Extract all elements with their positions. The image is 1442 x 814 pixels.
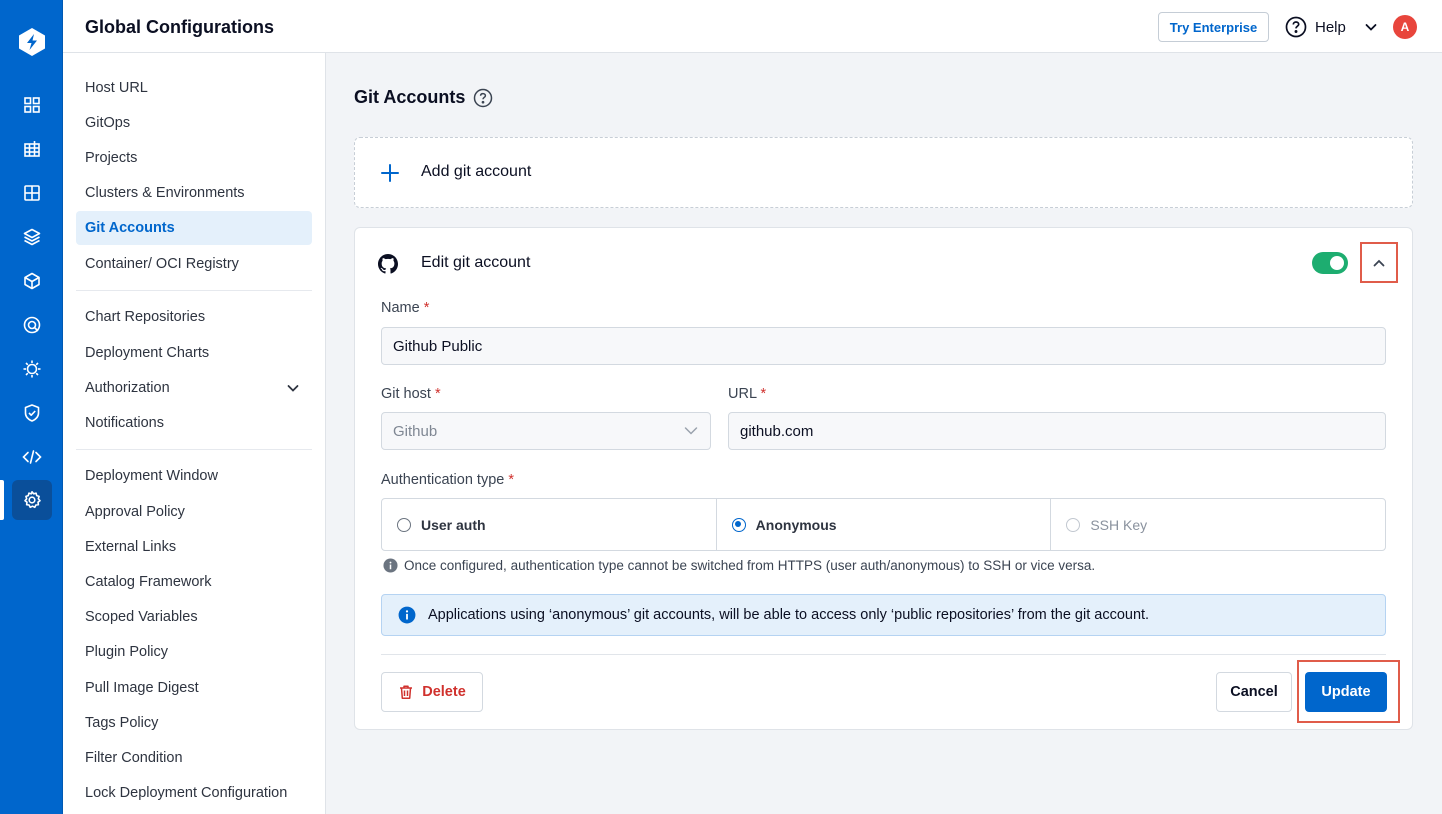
url-input[interactable]: github.com — [728, 412, 1386, 450]
sidebar-item-gitops[interactable]: GitOps — [76, 106, 312, 140]
sidebar-item-host-url[interactable]: Host URL — [76, 71, 312, 105]
shield-check-icon[interactable] — [19, 400, 45, 426]
cancel-button[interactable]: Cancel — [1216, 672, 1292, 712]
sidebar-item-clusters-environments[interactable]: Clusters & Environments — [76, 176, 312, 210]
sidebar-item-lock-deployment-configuration[interactable]: Lock Deployment Configuration — [76, 776, 312, 810]
delete-button[interactable]: Delete — [381, 672, 483, 712]
sidebar-divider — [76, 290, 312, 291]
security-scan-icon[interactable] — [19, 312, 45, 338]
delete-button-label: Delete — [422, 684, 466, 700]
radio-anonymous[interactable] — [731, 517, 746, 532]
name-label-text: Name — [381, 300, 420, 316]
sidebar-item-deployment-window[interactable]: Deployment Window — [76, 459, 312, 493]
sidebar-item-deployment-charts[interactable]: Deployment Charts — [76, 336, 312, 370]
help-label: Help — [1315, 18, 1346, 36]
sidebar-item-authorization[interactable]: Authorization — [76, 371, 312, 405]
section-title-text: Git Accounts — [354, 87, 466, 107]
add-git-account-card[interactable]: Add git account — [354, 137, 1413, 208]
apps-grid-icon[interactable] — [19, 92, 45, 118]
auth-note-text: Once configured, authentication type can… — [404, 558, 1096, 573]
resource-grid-icon[interactable] — [19, 180, 45, 206]
sidebar-item-catalog-framework[interactable]: Catalog Framework — [76, 565, 312, 599]
settings-sidebar: Host URL GitOps Projects Clusters & Envi… — [63, 53, 326, 814]
chevron-up-icon — [1373, 259, 1385, 266]
info-icon — [383, 558, 398, 573]
sidebar-item-filter-condition[interactable]: Filter Condition — [76, 741, 312, 775]
sidebar-item-label: Authorization — [85, 380, 170, 396]
auth-option-user-auth[interactable]: User auth — [382, 499, 717, 550]
sidebar-item-external-links[interactable]: External Links — [76, 530, 312, 564]
top-header: Global Configurations Try Enterprise Hel… — [63, 0, 1442, 53]
help-icon — [1285, 16, 1307, 38]
collapse-button[interactable] — [1360, 242, 1398, 283]
chevron-down-icon — [287, 385, 299, 392]
auth-type-radio-group: User auth Anonymous SSH Key — [381, 498, 1386, 551]
logo-icon[interactable] — [16, 26, 48, 58]
auth-note: Once configured, authentication type can… — [383, 558, 1095, 573]
card-divider — [381, 654, 1386, 655]
auth-option-label: Anonymous — [755, 516, 837, 533]
active-indicator — [0, 480, 4, 520]
edit-git-account-title: Edit git account — [421, 254, 531, 271]
info-icon — [398, 606, 416, 624]
sidebar-item-tags-policy[interactable]: Tags Policy — [76, 706, 312, 740]
chevron-down-icon — [1365, 24, 1377, 31]
sidebar-item-projects[interactable]: Projects — [76, 141, 312, 175]
name-label: Name * — [381, 300, 430, 316]
info-banner-text: Applications using ‘anonymous’ git accou… — [428, 607, 1150, 623]
account-enabled-toggle[interactable] — [1312, 252, 1348, 274]
auth-option-label: User auth — [421, 516, 486, 533]
try-enterprise-button[interactable]: Try Enterprise — [1158, 12, 1269, 42]
sidebar-item-git-accounts[interactable]: Git Accounts — [76, 211, 312, 245]
update-button[interactable]: Update — [1305, 672, 1387, 712]
bug-gear-icon[interactable] — [19, 356, 45, 382]
auth-option-label: SSH Key — [1090, 516, 1148, 533]
stack-icon[interactable] — [19, 224, 45, 250]
code-icon[interactable] — [19, 444, 45, 470]
sidebar-item-chart-repositories[interactable]: Chart Repositories — [76, 300, 312, 334]
sidebar-item-notifications[interactable]: Notifications — [76, 406, 312, 440]
git-host-label-text: Git host — [381, 386, 431, 402]
radio-ssh-key[interactable] — [1066, 517, 1081, 532]
user-avatar[interactable]: A — [1393, 15, 1417, 39]
help-icon[interactable] — [473, 88, 493, 108]
trash-icon — [400, 685, 413, 699]
git-host-label: Git host * — [381, 386, 441, 402]
sidebar-divider — [76, 449, 312, 450]
github-icon — [378, 254, 398, 274]
auth-option-ssh-key[interactable]: SSH Key — [1051, 499, 1385, 550]
radio-user-auth[interactable] — [397, 517, 411, 532]
sidebar-item-scoped-variables[interactable]: Scoped Variables — [76, 600, 312, 634]
settings-gear-icon[interactable] — [19, 487, 45, 513]
edit-git-account-card: Edit git account Name * Github Public Gi… — [354, 227, 1413, 730]
url-label-text: URL — [728, 386, 757, 402]
auth-option-anonymous[interactable]: Anonymous — [717, 499, 1052, 550]
info-banner: Applications using ‘anonymous’ git accou… — [381, 594, 1386, 636]
chart-grid-icon[interactable] — [19, 136, 45, 162]
plus-icon — [381, 164, 399, 182]
git-host-value: Github — [393, 422, 438, 440]
sidebar-item-plugin-policy[interactable]: Plugin Policy — [76, 635, 312, 669]
chevron-down-icon — [684, 427, 698, 435]
icon-rail — [0, 0, 63, 814]
sidebar-item-pull-image-digest[interactable]: Pull Image Digest — [76, 671, 312, 705]
sidebar-item-container-registry[interactable]: Container/ OCI Registry — [76, 247, 312, 281]
name-input[interactable]: Github Public — [381, 327, 1386, 365]
page-title: Global Configurations — [85, 17, 274, 37]
git-host-select[interactable]: Github — [381, 412, 711, 450]
url-label: URL * — [728, 386, 767, 402]
add-git-account-label: Add git account — [421, 163, 532, 180]
cube-icon[interactable] — [19, 268, 45, 294]
sidebar-item-approval-policy[interactable]: Approval Policy — [76, 495, 312, 529]
help-menu[interactable]: Help — [1285, 14, 1378, 40]
section-title: Git Accounts — [354, 87, 493, 108]
auth-type-label: Authentication type * — [381, 472, 515, 488]
auth-type-label-text: Authentication type — [381, 472, 505, 488]
